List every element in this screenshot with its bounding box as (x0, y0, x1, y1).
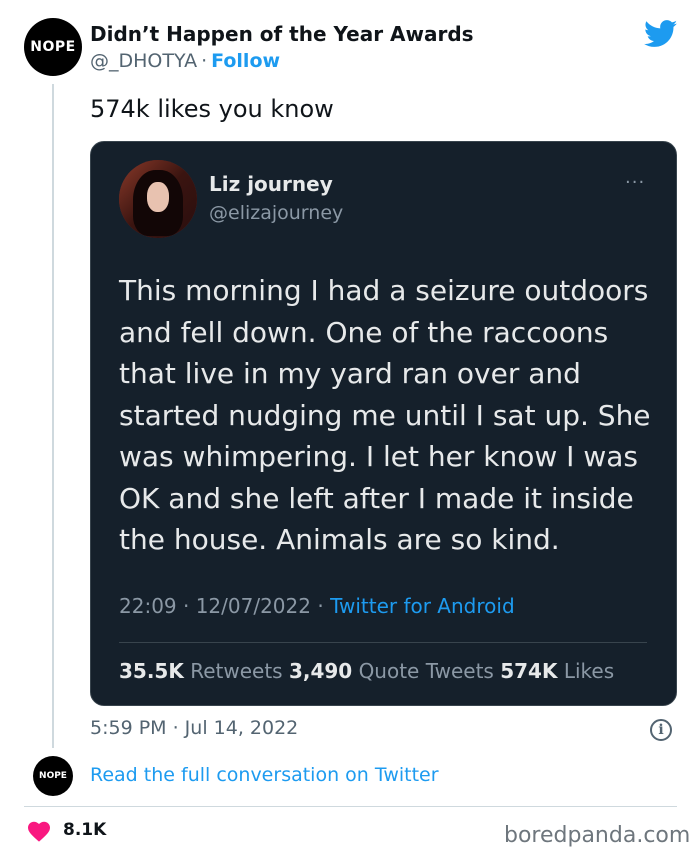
quoted-tweet-body: This morning I had a seizure outdoors an… (119, 274, 651, 556)
watermark: boredpanda.com (504, 823, 691, 848)
author-handle[interactable]: @_DHOTYA (90, 50, 197, 72)
quoted-author-avatar[interactable] (119, 160, 197, 238)
quote-tweets-count[interactable]: 3,490 (289, 659, 352, 683)
likes-count[interactable]: 574K (500, 659, 557, 683)
tweet-text: 574k likes you know (90, 95, 334, 123)
follow-button[interactable]: Follow (211, 50, 280, 72)
quoted-tweet-datetime: 22:09 · 12/07/2022 · (119, 594, 324, 618)
author-handle-row: @_DHOTYA · Follow (90, 50, 280, 72)
likes-label[interactable]: Likes (564, 659, 614, 683)
tweet-timestamp[interactable]: 5:59 PM · Jul 14, 2022 (90, 717, 298, 739)
avatar-face (147, 182, 169, 212)
quoted-author-name[interactable]: Liz journey (209, 172, 333, 196)
author-display-name[interactable]: Didn’t Happen of the Year Awards (90, 22, 474, 46)
stats-divider (119, 642, 647, 643)
quoted-tweet-card[interactable]: Liz journey @elizajourney ··· This morni… (90, 141, 677, 706)
retweets-count[interactable]: 35.5K (119, 659, 184, 683)
quote-tweets-label[interactable]: Quote Tweets (359, 659, 494, 683)
quoted-author-handle[interactable]: @elizajourney (209, 202, 343, 224)
handle-separator: · (201, 50, 208, 72)
read-conversation-link[interactable]: Read the full conversation on Twitter (90, 764, 439, 786)
twitter-bird-icon[interactable] (644, 20, 678, 48)
info-icon[interactable]: i (650, 719, 672, 741)
heart-icon[interactable] (27, 820, 51, 842)
thread-line (52, 84, 54, 748)
conversation-avatar[interactable]: NOPE (33, 756, 73, 796)
retweets-label[interactable]: Retweets (190, 659, 282, 683)
quoted-tweet-meta: 22:09 · 12/07/2022 · Twitter for Android (119, 594, 515, 618)
more-options-icon[interactable]: ··· (625, 172, 645, 193)
author-avatar[interactable]: NOPE (24, 18, 82, 76)
like-count: 8.1K (63, 820, 107, 840)
quoted-tweet-source[interactable]: Twitter for Android (330, 594, 515, 618)
quoted-tweet-stats: 35.5K Retweets 3,490 Quote Tweets 574K L… (119, 659, 614, 683)
footer-divider (24, 806, 677, 807)
